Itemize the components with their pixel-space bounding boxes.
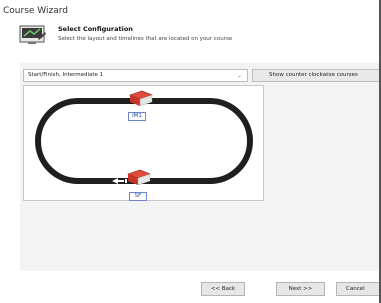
cancel-button[interactable]: Cancel xyxy=(336,282,381,296)
track-diagram xyxy=(35,90,253,186)
window-title: Course Wizard xyxy=(3,6,68,16)
configuration-select-value: Start/Finish, Intermediate 1 xyxy=(28,72,104,78)
back-button[interactable]: << Back xyxy=(201,282,245,296)
timeline-label-sf[interactable]: SF xyxy=(129,192,147,201)
timeline-label-im1[interactable]: IM1 xyxy=(128,112,146,121)
header-subtitle: Select the layout and timelines that are… xyxy=(58,36,233,42)
track-view xyxy=(23,85,264,201)
configuration-select[interactable]: Start/Finish, Intermediate 1 ⌄ xyxy=(23,69,248,82)
chevron-down-icon[interactable]: ⌄ xyxy=(237,70,242,81)
course-wizard-window: Course Wizard Select Configuration Selec… xyxy=(0,0,381,303)
next-button[interactable]: Next >> xyxy=(276,282,325,296)
header-title: Select Configuration xyxy=(58,25,133,33)
show-ccw-courses-button[interactable]: Show counter clockwise courses xyxy=(252,69,381,82)
wizard-logo-icon xyxy=(19,25,46,44)
